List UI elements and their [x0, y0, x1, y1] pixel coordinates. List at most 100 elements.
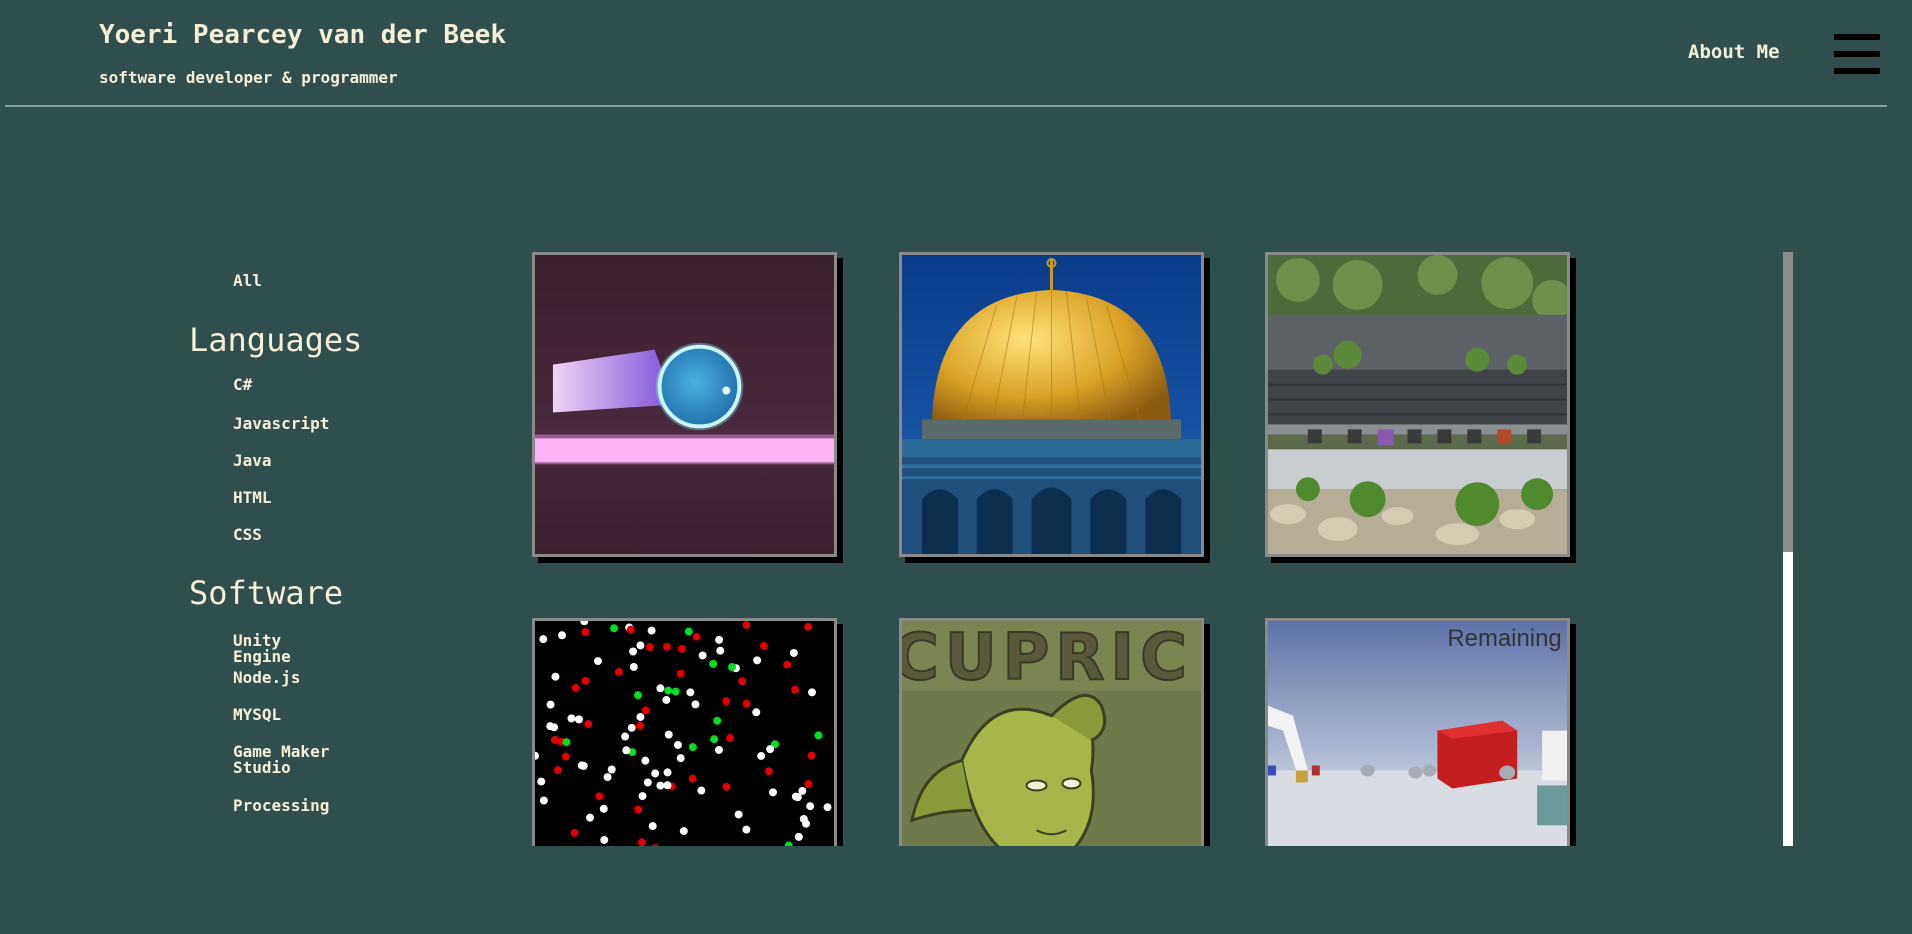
- filter-all[interactable]: All: [233, 273, 262, 289]
- filter-java[interactable]: Java: [233, 453, 272, 469]
- filter-mysql[interactable]: MYSQL: [233, 707, 281, 723]
- particle-dot: [664, 686, 673, 695]
- particle-dot: [627, 723, 636, 732]
- languages-heading: Languages: [189, 321, 363, 359]
- particle-dot: [714, 745, 723, 754]
- filter-game-maker-studio[interactable]: Game Maker Studio: [233, 744, 373, 776]
- particle-dot: [753, 656, 762, 665]
- cupric-game-image: CUPRIC: [902, 621, 1201, 846]
- particle-dot: [664, 730, 673, 739]
- particle-dot: [688, 774, 697, 783]
- particle-dot: [798, 786, 807, 795]
- particle-dot: [641, 706, 650, 715]
- gallery-scrollbar[interactable]: [1783, 252, 1793, 846]
- site-subtitle: software developer & programmer: [99, 68, 398, 87]
- particle-dot: [574, 715, 583, 724]
- tile-cupric-game[interactable]: CUPRIC: [899, 618, 1204, 846]
- particle-dot: [804, 779, 813, 788]
- filter-csharp[interactable]: C#: [233, 377, 252, 393]
- particle-dot: [742, 825, 751, 834]
- tile-glowing-ball-game[interactable]: [532, 252, 837, 557]
- filter-html[interactable]: HTML: [233, 490, 272, 506]
- particle-dot: [550, 735, 559, 744]
- particle-dot: [558, 631, 566, 640]
- particle-dot: [742, 621, 751, 629]
- unity-3d-game-image: Remaining: [1268, 621, 1567, 846]
- particle-dot: [663, 768, 672, 777]
- filter-unity-engine[interactable]: Unity Engine: [233, 633, 291, 665]
- particle-dot: [570, 829, 579, 837]
- particle-dot: [656, 781, 665, 790]
- particle-dot: [600, 835, 609, 844]
- particle-dot: [603, 773, 612, 782]
- particle-dot: [647, 626, 656, 635]
- particle-dot: [626, 625, 635, 634]
- particle-dot: [584, 719, 593, 728]
- tile-golden-dome[interactable]: [899, 252, 1204, 557]
- tile-garden-terrace[interactable]: [1265, 252, 1570, 557]
- particle-dot: [722, 782, 731, 791]
- particle-dot: [791, 792, 800, 801]
- particle-dot: [684, 627, 693, 636]
- particle-dot: [662, 642, 671, 651]
- particle-dot: [710, 735, 719, 744]
- particle-dot: [728, 663, 737, 672]
- filter-css[interactable]: CSS: [233, 527, 262, 543]
- particle-dot: [716, 646, 725, 655]
- particle-dot: [546, 700, 555, 709]
- particle-dot: [614, 667, 623, 676]
- particle-dot: [759, 642, 768, 651]
- tile-unity-3d-game[interactable]: Remaining: [1265, 618, 1570, 846]
- filter-javascript[interactable]: Javascript: [233, 416, 329, 432]
- particle-dot: [806, 802, 815, 811]
- filter-processing[interactable]: Processing: [233, 798, 329, 814]
- particle-dot: [629, 662, 638, 671]
- particle-dot: [814, 731, 823, 740]
- particle-dot: [738, 677, 747, 686]
- particle-dot: [769, 788, 777, 797]
- particle-dot: [621, 732, 630, 741]
- particle-dot: [713, 716, 722, 725]
- particle-dot: [697, 786, 706, 795]
- tile-particle-simulation[interactable]: [532, 618, 837, 846]
- particle-dot: [807, 751, 816, 760]
- particle-dot: [673, 740, 682, 749]
- particle-dot: [599, 804, 608, 813]
- particle-dot: [791, 685, 800, 694]
- garden-terrace-image: [1268, 255, 1567, 554]
- hamburger-menu-icon[interactable]: [1834, 34, 1880, 74]
- particle-dot: [567, 714, 576, 723]
- gallery-scrollbar-thumb[interactable]: [1783, 252, 1793, 552]
- particle-dot: [595, 792, 604, 801]
- project-gallery: CUPRIC Remaining: [530, 252, 1795, 846]
- particle-dot: [636, 641, 645, 650]
- about-me-link[interactable]: About Me: [1688, 41, 1780, 63]
- particle-dot: [643, 778, 652, 787]
- particle-dot: [757, 751, 766, 760]
- particle-dot: [804, 622, 813, 631]
- particle-dot: [648, 822, 657, 831]
- particle-dot: [807, 688, 816, 697]
- particle-dot: [651, 769, 660, 778]
- particle-dot: [823, 803, 832, 812]
- particle-dot: [692, 632, 701, 641]
- glowing-ball-image: [535, 255, 834, 554]
- particle-dot: [562, 738, 571, 747]
- particle-dot: [622, 746, 631, 755]
- filter-nodejs[interactable]: Node.js: [233, 670, 300, 686]
- particle-dot: [561, 752, 570, 761]
- particle-dot: [633, 691, 642, 700]
- particle-dot: [546, 722, 555, 731]
- particle-simulation-image: [535, 621, 834, 846]
- particle-dot: [577, 761, 586, 770]
- particle-dot: [634, 805, 643, 814]
- cupric-logo-text: CUPRIC: [902, 621, 1193, 695]
- particle-dot: [571, 683, 580, 692]
- particle-dot: [742, 699, 751, 708]
- particle-dot: [656, 684, 665, 693]
- particle-dot: [752, 708, 761, 717]
- particle-dot: [663, 781, 672, 790]
- particle-dot: [594, 657, 602, 666]
- particle-dot: [691, 700, 700, 709]
- particle-dot: [553, 766, 562, 775]
